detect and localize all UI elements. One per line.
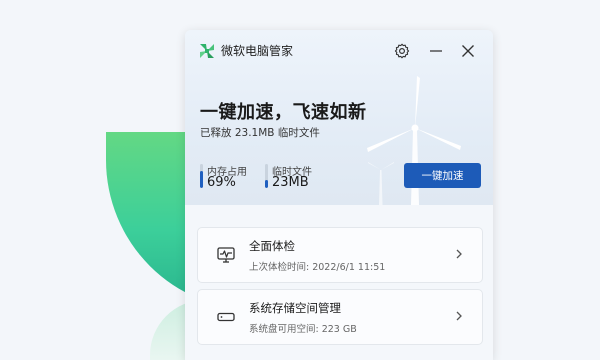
temp-files-bar [265,164,268,188]
title-bar: 微软电脑管家 [185,30,493,72]
released-status: 已释放 23.1MB 临时文件 [200,127,320,139]
app-window: 微软电脑管家 一键加速，飞速如新 已释放 23.1MB 临时文件 内存占用 69… [185,30,493,360]
chevron-right-icon [456,311,462,321]
memory-usage-value: 69% [207,175,236,190]
hero-panel: 微软电脑管家 一键加速，飞速如新 已释放 23.1MB 临时文件 内存占用 69… [185,30,493,205]
temp-files-bar-fill [265,179,268,188]
gear-icon [394,43,410,59]
full-checkup-title: 全面体检 [249,239,295,253]
memory-usage-bar-fill [200,171,203,188]
storage-management-card[interactable]: 系统存储空间管理 系统盘可用空间: 223 GB [197,289,483,345]
settings-button[interactable] [392,41,412,61]
close-button[interactable] [458,41,478,61]
minimize-button[interactable] [426,41,446,61]
storage-management-subtitle: 系统盘可用空间: 223 GB [249,324,357,335]
chevron-right-icon [456,249,462,259]
full-checkup-card[interactable]: 全面体检 上次体检时间: 2022/6/1 11:51 [197,227,483,283]
app-logo-icon [200,44,214,58]
storage-drive-icon [217,312,235,322]
minimize-icon [430,50,442,52]
memory-usage-bar [200,164,203,188]
hero-headline: 一键加速，飞速如新 [200,102,367,123]
accelerate-button[interactable]: 一键加速 [404,163,481,188]
close-icon [462,45,474,57]
health-monitor-icon [217,247,235,263]
app-title: 微软电脑管家 [221,44,294,58]
temp-files-value: 23MB [272,175,309,190]
storage-management-title: 系统存储空间管理 [249,301,341,315]
full-checkup-subtitle: 上次体检时间: 2022/6/1 11:51 [249,262,386,273]
